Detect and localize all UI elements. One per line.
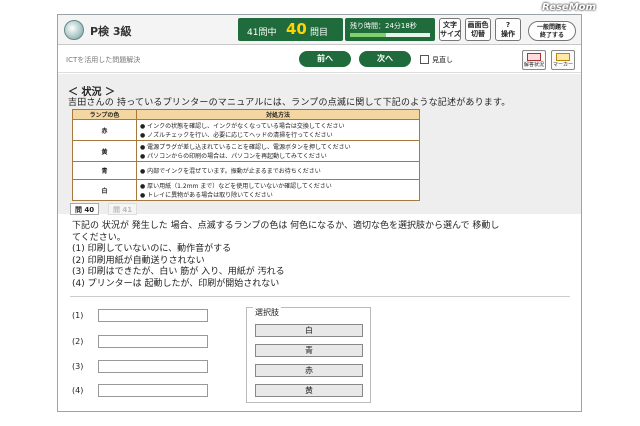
- answer-drop-box[interactable]: [98, 309, 208, 322]
- marker-button[interactable]: マーカー: [551, 50, 575, 70]
- choice-yellow[interactable]: 黄: [255, 384, 363, 397]
- answer-row: (1): [72, 309, 212, 323]
- review-label: 見直し: [432, 56, 453, 64]
- text-size-button[interactable]: 文字 サイズ: [439, 18, 461, 41]
- answer-number: (4): [72, 386, 84, 395]
- progress-current: 40: [286, 20, 307, 38]
- grid-icon: [527, 53, 541, 61]
- lamp-actions: ● 厚い用紙（1.2mm まで）などを使用していないか確認してください ● トレイ…: [136, 179, 420, 201]
- lamp-actions: ● 電源プラグが差し込まれていることを確認し、電源ボタンを押してください ● パソ…: [136, 140, 420, 162]
- answer-drop-box[interactable]: [98, 360, 208, 373]
- question-progress: 41問中 40 問目: [238, 18, 343, 41]
- divider: [70, 296, 570, 297]
- exam-title: P検 3級: [90, 25, 132, 38]
- text-size-label: 文字 サイズ: [440, 21, 461, 38]
- question-tabs: 問 40 問 41: [70, 203, 190, 215]
- help-button[interactable]: ? 操作: [495, 18, 521, 41]
- choice-white[interactable]: 白: [255, 324, 363, 337]
- situation-panel: ＜ 状況 ＞ 吉田さんの 持っているプリンターのマニュアルには、ランプの点滅に関…: [58, 74, 581, 214]
- question-text: 下記の 状況が 発生した 場合、点滅するランプの色は 何色になるか、適切な色を選…: [72, 221, 572, 290]
- timer-bar: [350, 33, 430, 37]
- marker-label: マーカー: [552, 62, 573, 68]
- table-row: 黄 ● 電源プラグが差し込まれていることを確認し、電源ボタンを押してください ● …: [72, 140, 420, 162]
- answer-number: (1): [72, 311, 84, 320]
- lamp-color: 赤: [72, 119, 137, 141]
- situation-description: 吉田さんの 持っているプリンターのマニュアルには、ランプの点滅に関して下記のよう…: [68, 98, 511, 108]
- choice-blue[interactable]: 青: [255, 344, 363, 357]
- lamp-color: 黄: [72, 140, 137, 162]
- lamp-actions: ● インクの状態を確認し、インクがなくなっている場合は交換してください ● ノズル…: [136, 119, 420, 141]
- next-button[interactable]: 次へ: [359, 51, 411, 67]
- question-item: (2) 印刷用紙が自動送りされない: [72, 255, 205, 266]
- remaining-time: 残り時間：24分18秒: [345, 18, 435, 41]
- answer-number: (2): [72, 337, 84, 346]
- prev-button[interactable]: 前へ: [299, 51, 351, 67]
- help-label: ? 操作: [501, 21, 515, 38]
- watermark: ReseMom: [542, 2, 596, 13]
- answer-drop-box[interactable]: [98, 384, 208, 397]
- breadcrumb: ICTを活用した問題解決: [66, 56, 141, 64]
- table-row: 青 ● 内部でインクを混ぜています。振動が止まるまでお待ちください: [72, 161, 420, 180]
- table-row: 白 ● 厚い用紙（1.2mm まで）などを使用していないか確認してください ● ト…: [72, 179, 420, 201]
- tab-question-40[interactable]: 問 40: [70, 203, 100, 215]
- question-line: てください。: [72, 232, 126, 243]
- lamp-color: 白: [72, 179, 137, 201]
- timer-label: 残り時間：24分18秒: [350, 22, 417, 30]
- progress-unit: 問目: [310, 28, 329, 38]
- question-item: (3) 印刷はできたが、白い 筋が 入り、用紙が 汚れる: [72, 267, 285, 277]
- review-checkbox[interactable]: [420, 55, 429, 64]
- lamp-actions: ● 内部でインクを混ぜています。振動が止まるまでお待ちください: [136, 161, 420, 180]
- lamp-color: 青: [72, 161, 137, 180]
- question-item: (4) プリンターは 起動したが、印刷が開始されない: [72, 278, 280, 289]
- choices-title: 選択肢: [253, 307, 281, 318]
- answer-drop-box[interactable]: [98, 335, 208, 348]
- answer-row: (2): [72, 335, 212, 349]
- choices-panel: 選択肢 白 青 赤 黄: [246, 307, 371, 403]
- question-item: (1) 印刷していないのに、動作音がする: [72, 244, 232, 254]
- screen-color-label: 画面色 切替: [467, 21, 489, 38]
- app-logo-icon: [64, 20, 84, 40]
- answer-row: (4): [72, 384, 212, 398]
- marker-icon: [556, 53, 570, 61]
- answer-number: (3): [72, 362, 84, 371]
- lamp-table: ランプの色 対処方法 赤 ● インクの状態を確認し、インクがなくなっている場合は…: [72, 109, 420, 201]
- progress-total: 41問中: [247, 28, 277, 38]
- timer-fill: [350, 33, 386, 37]
- lamp-col-header-color: ランプの色: [72, 109, 137, 120]
- answer-status-button[interactable]: 解答状況: [522, 50, 546, 70]
- answer-status-label: 解答状況: [523, 62, 544, 68]
- choice-red[interactable]: 赤: [255, 364, 363, 377]
- exam-window: P検 3級 41問中 40 問目 残り時間：24分18秒 文字 サイズ 画面色 …: [57, 14, 582, 412]
- top-bar: P検 3級 41問中 40 問目 残り時間：24分18秒 文字 サイズ 画面色 …: [58, 15, 581, 45]
- table-row: 赤 ● インクの状態を確認し、インクがなくなっている場合は交換してください ● ノ…: [72, 119, 420, 141]
- end-exam-button[interactable]: 一般問題を 終了する: [528, 21, 576, 41]
- tab-question-41[interactable]: 問 41: [108, 203, 138, 215]
- answer-row: (3): [72, 360, 212, 374]
- sub-toolbar: ICTを活用した問題解決 前へ 次へ 見直し 解答状況 マーカー: [58, 46, 581, 73]
- end-exam-label: 一般問題を 終了する: [536, 24, 567, 39]
- lamp-col-header-action: 対処方法: [136, 109, 420, 120]
- screen-color-button[interactable]: 画面色 切替: [465, 18, 491, 41]
- question-line: 下記の 状況が 発生した 場合、点滅するランプの色は 何色になるか、適切な色を選…: [72, 221, 500, 231]
